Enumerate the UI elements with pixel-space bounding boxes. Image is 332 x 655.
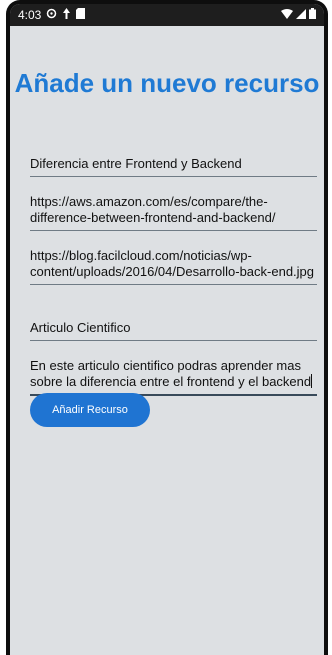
description-field[interactable]: En este articulo cientifico podras apren…: [30, 358, 317, 396]
sync-icon: [46, 8, 57, 22]
battery-icon: [309, 8, 316, 22]
status-left: 4:03: [18, 8, 86, 22]
add-resource-button[interactable]: Añadir Recurso: [30, 393, 150, 427]
status-bar: 4:03: [10, 4, 324, 26]
image-url-field[interactable]: https://blog.facilcloud.com/noticias/wp-…: [30, 248, 317, 285]
page-title: Añade un nuevo recurso: [14, 68, 320, 98]
title-field[interactable]: Diferencia entre Frontend y Backend: [30, 156, 317, 177]
category-field[interactable]: Articulo Cientifico: [30, 320, 317, 341]
app-screen: 4:03 Añade un nuevo recurso Diferencia e…: [10, 4, 324, 655]
signal-icon: [296, 8, 306, 22]
url-field[interactable]: https://aws.amazon.com/es/compare/the-di…: [30, 194, 317, 231]
sd-card-icon: [76, 8, 86, 22]
status-right: [281, 8, 316, 22]
text-cursor: [311, 374, 313, 388]
status-time: 4:03: [18, 8, 42, 22]
description-text: En este articulo cientifico podras apren…: [30, 358, 312, 389]
wifi-icon: [281, 8, 293, 22]
phone-frame: 4:03 Añade un nuevo recurso Diferencia e…: [6, 0, 328, 655]
navigation-icon: [62, 8, 71, 22]
